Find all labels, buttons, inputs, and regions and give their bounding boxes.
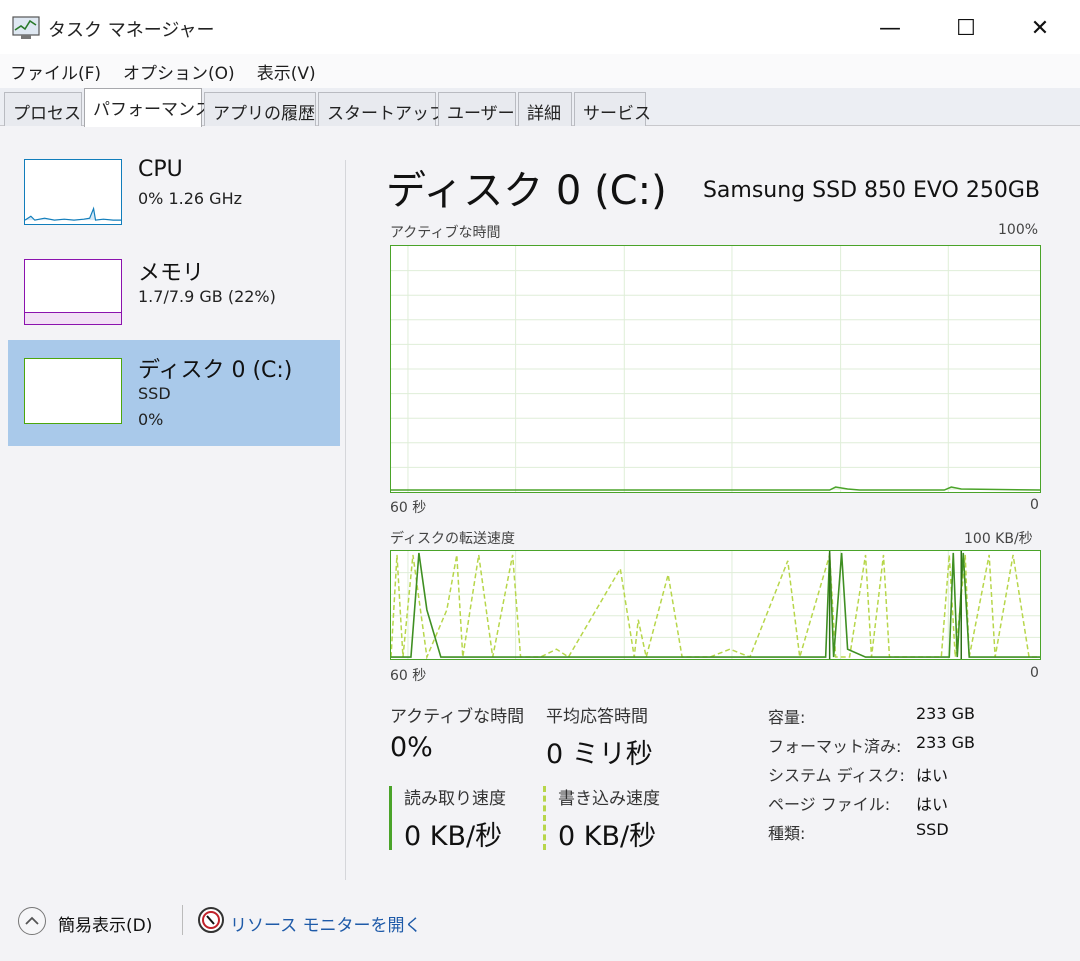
capacity-label: 容量: [768,708,806,727]
tab-details[interactable]: 詳細 [518,92,572,126]
response-time-value: 0 ミリ秒 [546,739,653,770]
menu-file[interactable]: ファイル(F) [10,59,101,84]
footer-separator [182,905,183,935]
tab-performance[interactable]: パフォーマンス [84,88,212,127]
tab-app-history[interactable]: アプリの履歴 [204,92,316,126]
page-file-value: はい [916,795,949,814]
transfer-rate-graph [390,550,1041,660]
transfer-x-left: 60 秒 [390,668,427,684]
sidebar-cpu-title: CPU [138,157,183,182]
maximize-button[interactable]: ☐ [936,8,996,48]
fewer-details-button[interactable]: 簡易表示(D) [58,911,152,936]
read-speed-value: 0 KB/秒 [404,821,503,852]
formatted-label: フォーマット済み: [768,737,902,756]
sidebar: CPU 0% 1.26 GHz メモリ 1.7/7.9 GB (22%) ディス… [0,127,345,887]
resource-monitor-icon[interactable] [198,907,224,933]
sidebar-memory-title: メモリ [138,261,205,286]
active-time-graph [390,245,1041,493]
sidebar-item-memory[interactable]: メモリ 1.7/7.9 GB (22%) [8,245,340,339]
cpu-thumbnail [24,159,122,225]
system-disk-label: システム ディスク: [768,766,905,785]
window-title: タスク マネージャー [48,20,215,41]
sidebar-disk-title: ディスク 0 (C:) [138,358,293,383]
response-time-label: 平均応答時間 [546,707,648,727]
sidebar-memory-usage: 1.7/7.9 GB (22%) [138,287,276,306]
write-speed-label: 書き込み速度 [558,789,660,809]
page-title: ディスク 0 (C:) [386,168,667,214]
read-speed-indicator [389,786,392,850]
transfer-graph-label: ディスクの転送速度 [390,531,516,547]
active-time-label: アクティブな時間 [390,707,525,727]
page-file-label: ページ ファイル: [768,795,891,814]
title-bar: タスク マネージャー — ☐ ✕ [0,0,1080,54]
tab-startup[interactable]: スタートアップ [318,92,446,126]
disk-thumbnail [24,358,122,424]
write-speed-value: 0 KB/秒 [558,821,657,852]
task-manager-icon [12,16,40,39]
active-time-x-right: 0 [1030,497,1039,513]
active-time-x-left: 60 秒 [390,500,427,516]
footer: 簡易表示(D) リソース モニターを開く [0,895,1080,945]
tab-services[interactable]: サービス [574,92,651,126]
sidebar-item-disk-0[interactable]: ディスク 0 (C:) SSD 0% [8,340,340,446]
type-value: SSD [916,820,949,839]
tab-bar: プロセス パフォーマンス アプリの履歴 スタートアップ ユーザー 詳細 サービス [0,88,1080,127]
active-time-value: 0% [390,732,433,763]
disk-model: Samsung SSD 850 EVO 250GB [702,178,1040,203]
sidebar-item-cpu[interactable]: CPU 0% 1.26 GHz [8,147,340,241]
type-label: 種類: [768,824,806,843]
transfer-x-right: 0 [1030,665,1039,681]
system-disk-value: はい [916,766,949,785]
active-time-graph-max: 100% [998,222,1039,238]
write-speed-indicator [543,786,546,850]
active-time-graph-label: アクティブな時間 [390,225,501,241]
sidebar-disk-type: SSD [138,384,171,403]
open-resource-monitor-link[interactable]: リソース モニターを開く [230,911,422,936]
menu-bar: ファイル(F) オプション(O) 表示(V) [0,54,1080,88]
panel-divider[interactable] [345,160,346,880]
minimize-button[interactable]: — [860,8,920,48]
menu-view[interactable]: 表示(V) [257,59,316,84]
capacity-value: 233 GB [916,704,975,723]
close-button[interactable]: ✕ [1010,8,1070,48]
sidebar-cpu-usage: 0% 1.26 GHz [138,189,243,208]
read-speed-label: 読み取り速度 [404,789,506,809]
tab-processes[interactable]: プロセス [4,92,82,126]
tab-users[interactable]: ユーザー [438,92,516,126]
memory-thumbnail [24,259,122,325]
formatted-value: 233 GB [916,733,975,752]
menu-options[interactable]: オプション(O) [123,59,235,84]
transfer-graph-max: 100 KB/秒 [964,531,1033,547]
sidebar-disk-usage: 0% [138,410,164,429]
chevron-up-icon[interactable] [18,907,46,935]
